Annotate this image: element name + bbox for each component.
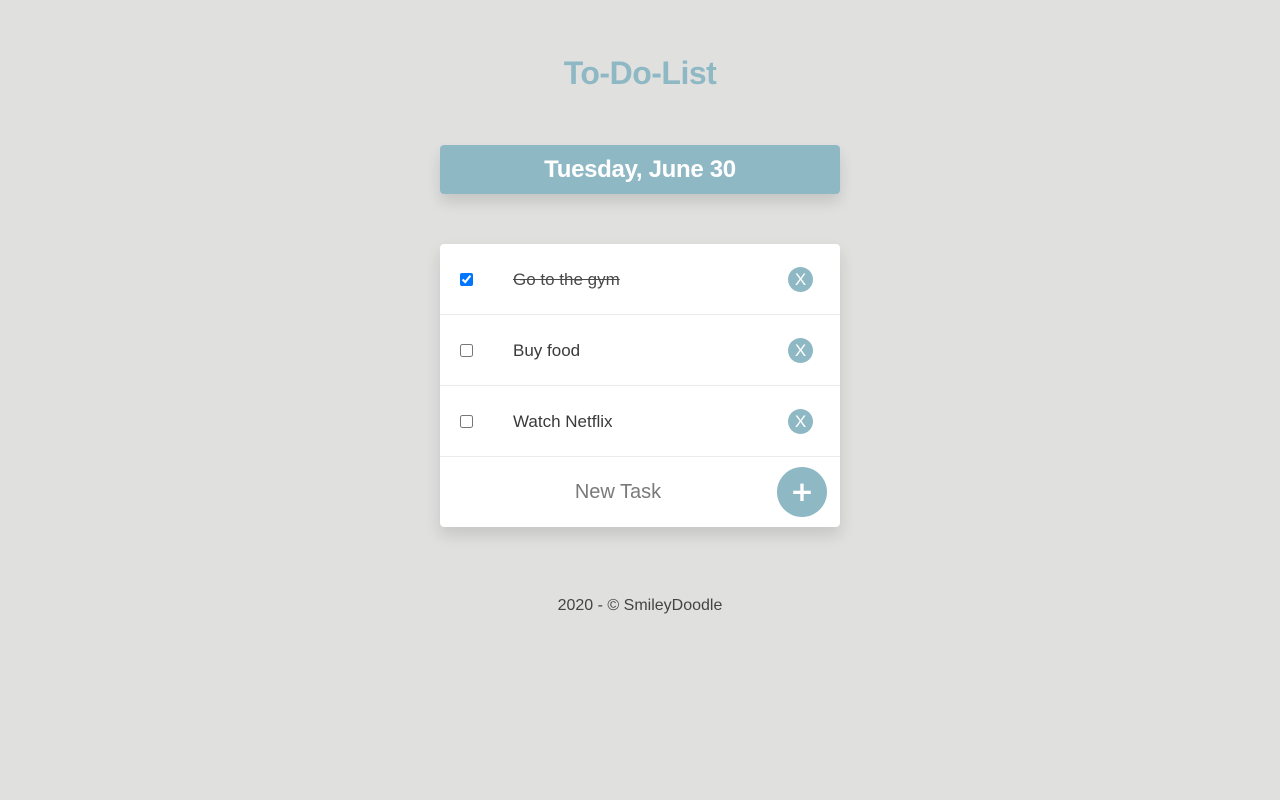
date-banner: Tuesday, June 30 <box>440 145 840 194</box>
task-list: Go to the gym X Buy food X Watch Netflix… <box>440 244 840 527</box>
new-task-row: + <box>440 457 840 527</box>
task-checkbox[interactable] <box>460 273 473 286</box>
task-text: Buy food <box>513 341 581 360</box>
page-title: To-Do-List <box>563 55 717 91</box>
task-item: Buy food X <box>440 315 840 386</box>
delete-task-button[interactable]: X <box>788 338 813 363</box>
task-checkbox[interactable] <box>460 415 473 428</box>
task-item: Go to the gym X <box>440 244 840 315</box>
task-item: Watch Netflix X <box>440 386 840 457</box>
task-text: Watch Netflix <box>513 412 613 431</box>
delete-task-button[interactable]: X <box>788 267 813 292</box>
delete-task-button[interactable]: X <box>788 409 813 434</box>
footer-copyright: 2020 - © SmileyDoodle <box>557 597 723 614</box>
task-checkbox[interactable] <box>460 344 473 357</box>
new-task-input[interactable] <box>440 457 796 527</box>
task-text: Go to the gym <box>513 270 620 289</box>
add-task-button[interactable]: + <box>777 467 827 517</box>
